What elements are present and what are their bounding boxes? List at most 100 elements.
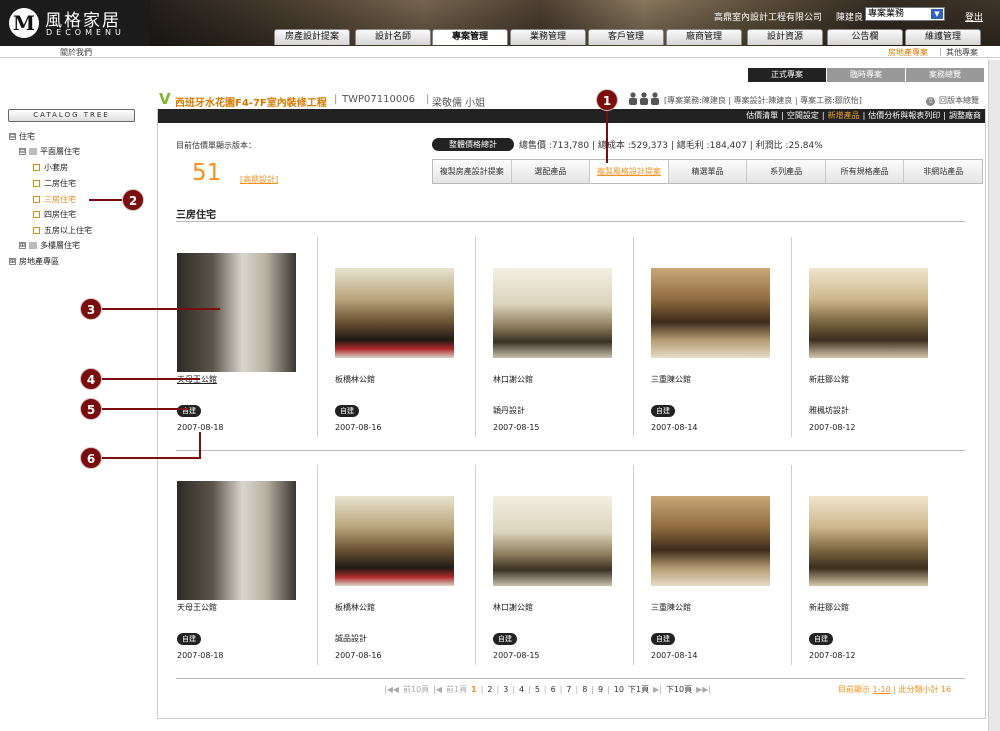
other-projects-link[interactable]: 其他專案: [946, 47, 978, 58]
product-name[interactable]: 新莊鄒公館: [809, 374, 849, 385]
action-link[interactable]: 估價清單: [746, 111, 778, 120]
tree-item[interactable]: 小套房: [33, 162, 68, 173]
first-page-icon[interactable]: |◀◀: [384, 685, 399, 694]
product-thumbnail[interactable]: [335, 268, 454, 358]
nav-tab-3[interactable]: 專案管理: [432, 29, 508, 45]
scrollbar[interactable]: [988, 60, 1000, 731]
category-tab[interactable]: 非網站產品: [904, 160, 982, 183]
nav-tab-8[interactable]: 公告欄: [827, 29, 903, 45]
back-to-versions-link[interactable]: ⇧ 回版本總覽: [926, 95, 979, 106]
action-link[interactable]: 調整廠商: [949, 111, 981, 120]
action-link[interactable]: 估價分析與報表列印: [868, 111, 940, 120]
summary-suffix: | 此分類小計 16: [893, 685, 952, 694]
prev-page[interactable]: 前1頁: [446, 685, 467, 694]
product-name[interactable]: 板橋林公館: [335, 374, 375, 385]
action-link[interactable]: 空間設定: [787, 111, 819, 120]
expand-icon[interactable]: ⊞: [19, 242, 26, 249]
tree-item[interactable]: ⊞ 房地產專區: [9, 256, 59, 267]
callout-marker: 1: [596, 89, 618, 111]
category-tab[interactable]: 複製風格設計提案: [590, 160, 669, 183]
expand-icon[interactable]: ⊞: [9, 258, 16, 265]
page-number[interactable]: 3: [503, 685, 508, 694]
nav-tab-2[interactable]: 設計名師: [355, 29, 431, 45]
product-thumbnail[interactable]: [493, 268, 612, 358]
product-card[interactable]: 新莊鄒公館 自建 2007-08-12: [791, 465, 965, 665]
product-card[interactable]: 板橋林公館 誠品設計 2007-08-16: [317, 465, 491, 665]
nav-tab-6[interactable]: 廠商管理: [666, 29, 742, 45]
product-name[interactable]: 三重陳公館: [651, 374, 691, 385]
tab-case-overview[interactable]: 案務總覽: [906, 68, 984, 82]
page-number[interactable]: 5: [535, 685, 540, 694]
role-select[interactable]: 專案業務 ▼: [865, 7, 945, 21]
page-number[interactable]: 4: [519, 685, 524, 694]
product-card[interactable]: 天母王公館自建2007-08-18: [177, 237, 333, 437]
nav-tab-4[interactable]: 業務管理: [510, 29, 586, 45]
product-card[interactable]: 三重陳公館 自建 2007-08-14: [633, 465, 807, 665]
category-tab[interactable]: 所有規格產品: [826, 160, 905, 183]
page-number[interactable]: 10: [614, 685, 624, 694]
tab-formal-projects[interactable]: 正式專案: [748, 68, 826, 82]
product-thumbnail[interactable]: [177, 481, 296, 600]
product-name[interactable]: 新莊鄒公館: [809, 602, 849, 613]
tree-item[interactable]: 二房住宅: [33, 178, 76, 189]
product-card[interactable]: 新莊鄒公館 雅楓坊設計 2007-08-12: [791, 237, 965, 437]
category-tab[interactable]: 選配產品: [512, 160, 591, 183]
nav-tab-9[interactable]: 維護管理: [905, 29, 981, 45]
tab-temp-projects[interactable]: 臨時專案: [827, 68, 905, 82]
real-estate-projects-link[interactable]: 房地產專案: [888, 47, 928, 58]
product-thumbnail[interactable]: [651, 496, 770, 586]
tree-item[interactable]: ⊟ 平面層住宅: [19, 146, 80, 157]
logout-link[interactable]: 登出: [965, 10, 983, 23]
tree-item[interactable]: 五房以上住宅: [33, 225, 92, 236]
product-name[interactable]: 林口謝公館: [493, 374, 533, 385]
page-number[interactable]: 2: [487, 685, 492, 694]
callout-marker: 2: [122, 189, 144, 211]
summary-range-link[interactable]: 1-10: [873, 685, 891, 694]
tree-item[interactable]: ⊞ 多樓層住宅: [19, 240, 80, 251]
page-number[interactable]: 8: [582, 685, 587, 694]
prev-10-pages[interactable]: 前10頁: [403, 685, 429, 694]
product-card[interactable]: 天母王公館自建2007-08-18: [177, 465, 333, 665]
product-thumbnail[interactable]: [809, 496, 928, 586]
action-link[interactable]: 新增產品: [828, 111, 860, 120]
category-tab[interactable]: 系列產品: [747, 160, 826, 183]
product-thumbnail[interactable]: [493, 496, 612, 586]
collapse-icon[interactable]: ⊟: [9, 133, 16, 140]
product-name[interactable]: 三重陳公館: [651, 602, 691, 613]
estimate-design-link[interactable]: [高鼎設計]: [240, 174, 278, 185]
product-thumbnail[interactable]: [177, 253, 296, 372]
next-page[interactable]: 下1頁: [628, 685, 649, 694]
product-card[interactable]: 林口謝公館 穎丹設計 2007-08-15: [475, 237, 649, 437]
next-10-pages[interactable]: 下10頁: [666, 685, 692, 694]
product-thumbnail[interactable]: [651, 268, 770, 358]
product-name[interactable]: 板橋林公館: [335, 602, 375, 613]
page-number[interactable]: 9: [598, 685, 603, 694]
tree-item[interactable]: 四房住宅: [33, 209, 76, 220]
logo-icon[interactable]: M: [9, 8, 39, 38]
page-number[interactable]: 6: [551, 685, 556, 694]
card-divider: [633, 465, 634, 665]
product-thumbnail[interactable]: [335, 496, 454, 586]
nav-tab-7[interactable]: 設計資源: [747, 29, 823, 45]
prev-page-icon[interactable]: |◀: [433, 685, 442, 694]
product-card[interactable]: 三重陳公館 自建 2007-08-14: [633, 237, 807, 437]
price-total-button[interactable]: 整體價格總計: [432, 138, 514, 151]
last-page-icon[interactable]: ▶▶|: [696, 685, 711, 694]
product-name[interactable]: 林口謝公館: [493, 602, 533, 613]
product-card[interactable]: 林口謝公館 自建 2007-08-15: [475, 465, 649, 665]
tree-item[interactable]: 三房住宅: [33, 194, 76, 205]
category-tab[interactable]: 複製房產設計提案: [433, 160, 512, 183]
nav-tab-5[interactable]: 客戶管理: [588, 29, 664, 45]
next-page-icon[interactable]: ▶|: [653, 685, 662, 694]
product-card[interactable]: 板橋林公館 自建 2007-08-16: [317, 237, 491, 437]
page-number[interactable]: 7: [566, 685, 571, 694]
product-name[interactable]: 天母王公館: [177, 602, 217, 613]
collapse-icon[interactable]: ⊟: [19, 148, 26, 155]
product-thumbnail[interactable]: [809, 268, 928, 358]
page-number[interactable]: 1: [471, 685, 477, 694]
tree-item[interactable]: ⊟ 住宅: [9, 131, 35, 142]
category-tab[interactable]: 精選單品: [669, 160, 748, 183]
about-link[interactable]: 關於我們: [60, 47, 92, 58]
nav-tab-1[interactable]: 房產設計提案: [274, 29, 350, 45]
catalog-tree-button[interactable]: CATALOG TREE: [8, 109, 135, 122]
